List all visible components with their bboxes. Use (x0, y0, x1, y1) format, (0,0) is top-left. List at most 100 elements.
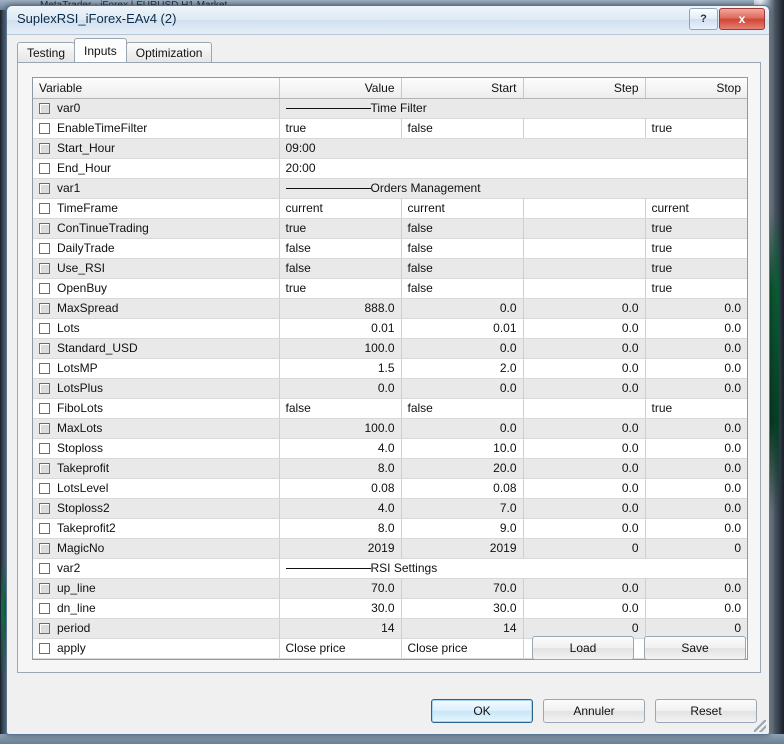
stop-cell[interactable]: true (645, 398, 747, 418)
step-cell[interactable]: 0 (523, 538, 645, 558)
table-row[interactable]: dn_line30.030.00.00.0 (33, 598, 747, 618)
step-cell[interactable] (523, 118, 645, 138)
row-checkbox[interactable] (39, 503, 50, 514)
value-cell[interactable]: true (279, 278, 401, 298)
value-cell[interactable]: 8.0 (279, 458, 401, 478)
table-row[interactable]: LotsLevel0.080.080.00.0 (33, 478, 747, 498)
table-row[interactable]: Stoploss4.010.00.00.0 (33, 438, 747, 458)
column-header-value[interactable]: Value (279, 78, 401, 98)
step-cell[interactable]: 0.0 (523, 298, 645, 318)
row-checkbox[interactable] (39, 543, 50, 554)
resize-grip[interactable] (754, 720, 766, 732)
step-cell[interactable]: 0 (523, 618, 645, 638)
start-cell[interactable]: 0.01 (401, 318, 523, 338)
start-cell[interactable]: 2.0 (401, 358, 523, 378)
table-row[interactable]: var0Time Filter (33, 98, 747, 118)
stop-cell[interactable]: 0.0 (645, 378, 747, 398)
step-cell[interactable] (523, 198, 645, 218)
step-cell[interactable]: 0.0 (523, 358, 645, 378)
value-cell[interactable]: 888.0 (279, 298, 401, 318)
stop-cell[interactable]: 0.0 (645, 518, 747, 538)
step-cell[interactable]: 0.0 (523, 418, 645, 438)
start-cell[interactable]: Close price (401, 638, 523, 658)
table-row[interactable]: period141400 (33, 618, 747, 638)
step-cell[interactable]: 0.0 (523, 498, 645, 518)
table-row[interactable]: Stoploss24.07.00.00.0 (33, 498, 747, 518)
table-row[interactable]: LotsMP1.52.00.00.0 (33, 358, 747, 378)
stop-cell[interactable]: 0.0 (645, 438, 747, 458)
column-header-start[interactable]: Start (401, 78, 523, 98)
step-cell[interactable]: 0.0 (523, 458, 645, 478)
value-cell[interactable]: 70.0 (279, 578, 401, 598)
table-row[interactable]: Use_RSIfalsefalsetrue (33, 258, 747, 278)
table-row[interactable]: Start_Hour09:00 (33, 138, 747, 158)
cancel-button[interactable]: Annuler (543, 699, 645, 723)
table-row[interactable]: var2RSI Settings (33, 558, 747, 578)
start-cell[interactable]: 0.08 (401, 478, 523, 498)
table-row[interactable]: Standard_USD100.00.00.00.0 (33, 338, 747, 358)
row-checkbox[interactable] (39, 363, 50, 374)
step-cell[interactable]: 0.0 (523, 598, 645, 618)
save-button[interactable]: Save (644, 636, 746, 660)
value-cell[interactable]: 100.0 (279, 338, 401, 358)
stop-cell[interactable]: 0.0 (645, 598, 747, 618)
row-checkbox[interactable] (39, 183, 50, 194)
value-cell[interactable]: false (279, 258, 401, 278)
stop-cell[interactable]: 0.0 (645, 358, 747, 378)
value-cell[interactable]: 20:00 (279, 158, 747, 178)
column-header-step[interactable]: Step (523, 78, 645, 98)
table-row[interactable]: FiboLotsfalsefalsetrue (33, 398, 747, 418)
value-cell[interactable]: true (279, 218, 401, 238)
value-cell[interactable]: 0.01 (279, 318, 401, 338)
step-cell[interactable]: 0.0 (523, 338, 645, 358)
table-row[interactable]: up_line70.070.00.00.0 (33, 578, 747, 598)
table-row[interactable]: var1Orders Management (33, 178, 747, 198)
stop-cell[interactable]: 0.0 (645, 298, 747, 318)
stop-cell[interactable]: true (645, 218, 747, 238)
close-button[interactable]: x (719, 8, 765, 30)
step-cell[interactable]: 0.0 (523, 578, 645, 598)
value-cell[interactable]: 0.08 (279, 478, 401, 498)
row-checkbox[interactable] (39, 143, 50, 154)
row-checkbox[interactable] (39, 443, 50, 454)
start-cell[interactable]: 0.0 (401, 418, 523, 438)
tab-inputs[interactable]: Inputs (74, 38, 127, 62)
row-checkbox[interactable] (39, 323, 50, 334)
row-checkbox[interactable] (39, 383, 50, 394)
row-checkbox[interactable] (39, 523, 50, 534)
row-checkbox[interactable] (39, 243, 50, 254)
stop-cell[interactable]: 0.0 (645, 498, 747, 518)
value-cell[interactable]: Close price (279, 638, 401, 658)
start-cell[interactable]: false (401, 118, 523, 138)
start-cell[interactable]: 10.0 (401, 438, 523, 458)
row-checkbox[interactable] (39, 163, 50, 174)
table-row[interactable]: Takeprofit8.020.00.00.0 (33, 458, 747, 478)
table-row[interactable]: OpenBuytruefalsetrue (33, 278, 747, 298)
tab-optimization[interactable]: Optimization (126, 42, 213, 62)
value-cell[interactable]: 09:00 (279, 138, 747, 158)
start-cell[interactable]: current (401, 198, 523, 218)
stop-cell[interactable]: 0 (645, 538, 747, 558)
row-checkbox[interactable] (39, 423, 50, 434)
start-cell[interactable]: 7.0 (401, 498, 523, 518)
row-checkbox[interactable] (39, 223, 50, 234)
table-row[interactable]: MaxSpread888.00.00.00.0 (33, 298, 747, 318)
start-cell[interactable]: 0.0 (401, 378, 523, 398)
stop-cell[interactable]: true (645, 278, 747, 298)
value-cell[interactable]: 8.0 (279, 518, 401, 538)
title-bar[interactable]: SuplexRSI_iForex-EAv4 (2) ? x (7, 6, 769, 35)
start-cell[interactable]: 0.0 (401, 298, 523, 318)
row-checkbox[interactable] (39, 483, 50, 494)
value-cell[interactable]: 14 (279, 618, 401, 638)
stop-cell[interactable]: 0.0 (645, 478, 747, 498)
table-row[interactable]: MagicNo2019201900 (33, 538, 747, 558)
row-checkbox[interactable] (39, 263, 50, 274)
row-checkbox[interactable] (39, 583, 50, 594)
start-cell[interactable]: 0.0 (401, 338, 523, 358)
table-row[interactable]: MaxLots100.00.00.00.0 (33, 418, 747, 438)
step-cell[interactable]: 0.0 (523, 438, 645, 458)
step-cell[interactable]: 0.0 (523, 478, 645, 498)
reset-button[interactable]: Reset (655, 699, 757, 723)
step-cell[interactable]: 0.0 (523, 378, 645, 398)
value-cell[interactable]: 1.5 (279, 358, 401, 378)
